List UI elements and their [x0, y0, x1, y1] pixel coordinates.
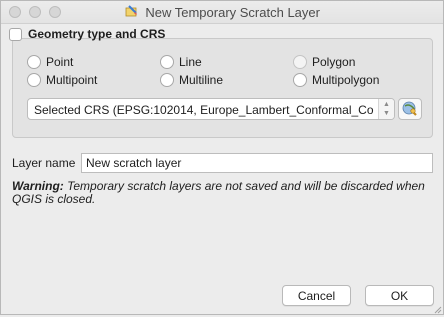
- title-wrap: New Temporary Scratch Layer: [1, 4, 443, 21]
- scratch-layer-icon: [124, 4, 138, 21]
- radio-line-label: Line: [179, 55, 202, 69]
- chevron-up-down-icon[interactable]: ▲ ▼: [378, 99, 394, 119]
- radio-multipoint-indicator[interactable]: [27, 73, 41, 87]
- radio-multipolygon-label: Multipolygon: [312, 73, 380, 87]
- layer-name-label: Layer name: [12, 156, 76, 170]
- radio-multiline-indicator[interactable]: [160, 73, 174, 87]
- geometry-groupbox: [12, 38, 433, 138]
- radio-multiline-label: Multiline: [179, 73, 224, 87]
- crs-selector-icon: [402, 100, 418, 119]
- window-title: New Temporary Scratch Layer: [145, 5, 320, 20]
- radio-multipolygon[interactable]: Multipolygon: [293, 72, 379, 88]
- radio-multipoint[interactable]: Multipoint: [27, 72, 97, 88]
- crs-combobox[interactable]: Selected CRS (EPSG:102014, Europe_Lamber…: [27, 98, 395, 120]
- radio-line[interactable]: Line: [160, 54, 202, 70]
- radio-multiline[interactable]: Multiline: [160, 72, 223, 88]
- dialog-window: New Temporary Scratch Layer Geometry typ…: [0, 0, 444, 315]
- crs-selected-text: Selected CRS (EPSG:102014, Europe_Lamber…: [34, 103, 374, 117]
- warning-text: Temporary scratch layers are not saved a…: [12, 179, 425, 206]
- warning-prefix: Warning:: [12, 179, 64, 193]
- crs-selector-button[interactable]: [398, 98, 422, 120]
- radio-multipoint-label: Multipoint: [46, 73, 98, 87]
- radio-multipolygon-indicator[interactable]: [293, 73, 307, 87]
- radio-polygon[interactable]: Polygon: [293, 54, 355, 70]
- radio-polygon-label: Polygon: [312, 55, 356, 69]
- radio-point-indicator[interactable]: [27, 55, 41, 69]
- ok-button[interactable]: OK: [365, 285, 434, 306]
- layer-name-input[interactable]: [81, 153, 433, 173]
- geometry-group-checkbox[interactable]: [9, 27, 22, 41]
- resize-grip-icon[interactable]: [432, 303, 442, 314]
- radio-point-label: Point: [46, 55, 74, 69]
- geometry-group-header[interactable]: Geometry type and CRS: [9, 26, 165, 42]
- radio-polygon-indicator[interactable]: [293, 55, 307, 69]
- cancel-button[interactable]: Cancel: [282, 285, 351, 306]
- title-bar: New Temporary Scratch Layer: [1, 1, 443, 24]
- warning-message: Warning: Temporary scratch layers are no…: [12, 180, 437, 206]
- radio-point[interactable]: Point: [27, 54, 73, 70]
- geometry-group-title: Geometry type and CRS: [28, 27, 166, 41]
- radio-line-indicator[interactable]: [160, 55, 174, 69]
